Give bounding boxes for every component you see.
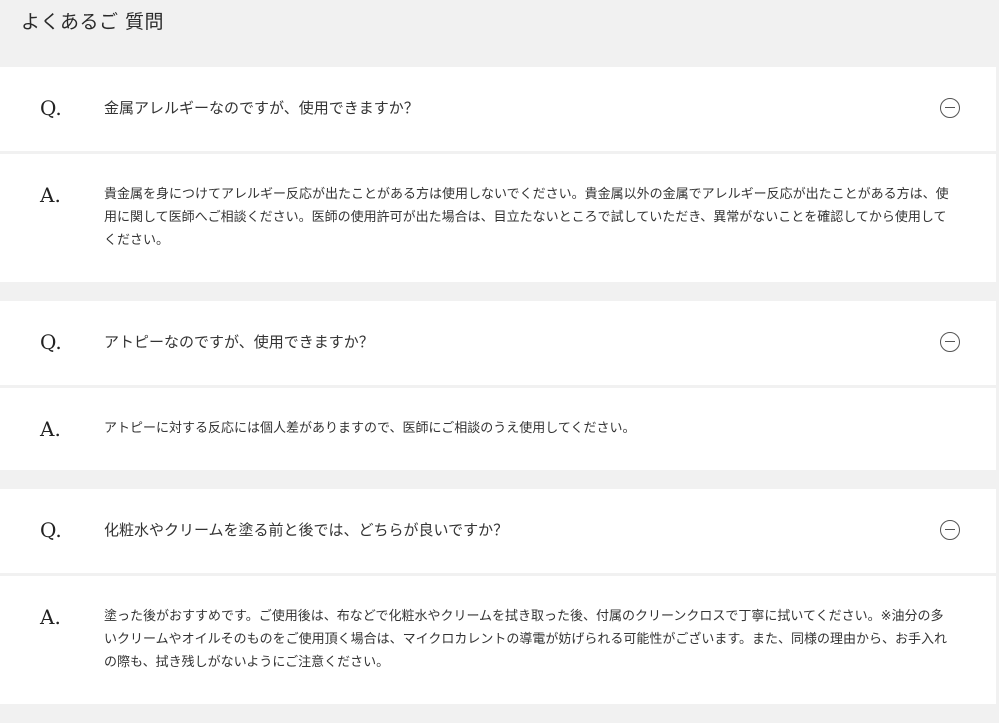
question-text: 金属アレルギーなのですが、使用できますか？: [104, 99, 419, 117]
faq-question-row[interactable]: Q. アトピーなのですが、使用できますか？: [0, 301, 996, 385]
faq-item: Q. 金属アレルギーなのですが、使用できますか？ A. 貴金属を身につけてアレル…: [0, 67, 996, 282]
faq-question-row[interactable]: Q. 化粧水やクリームを塗る前と後では、どちらが良いですか？: [0, 489, 996, 573]
faq-answer-panel: A. アトピーに対する反応には個人差がありますので、医師にご相談のうえ使用してく…: [0, 388, 996, 470]
answer-marker: A.: [40, 417, 61, 441]
minus-circle-icon[interactable]: [940, 98, 960, 118]
question-marker: Q.: [40, 518, 62, 542]
faq-answer-panel: A. 貴金属を身につけてアレルギー反応が出たことがある方は使用しないでください。…: [0, 154, 996, 282]
question-text: アトピーなのですが、使用できますか？: [104, 333, 374, 351]
answer-text: 塗った後がおすすめです。ご使用後は、布などで化粧水やクリームを拭き取った後、付属…: [104, 609, 948, 670]
faq-item: Q. アトピーなのですが、使用できますか？ A. アトピーに対する反応には個人差…: [0, 301, 996, 470]
answer-marker: A.: [40, 183, 61, 207]
answer-marker: A.: [40, 605, 61, 629]
question-text: 化粧水やクリームを塗る前と後では、どちらが良いですか？: [104, 521, 509, 539]
faq-answer-panel: A. 塗った後がおすすめです。ご使用後は、布などで化粧水やクリームを拭き取った後…: [0, 576, 996, 704]
page-title: よくあるご 質問: [21, 11, 165, 33]
minus-circle-icon[interactable]: [940, 520, 960, 540]
question-marker: Q.: [40, 96, 62, 120]
faq-question-row[interactable]: Q. 金属アレルギーなのですが、使用できますか？: [0, 67, 996, 151]
minus-circle-icon[interactable]: [940, 332, 960, 352]
answer-text: アトピーに対する反応には個人差がありますので、医師にご相談のうえ使用してください…: [104, 421, 636, 436]
faq-list: Q. 金属アレルギーなのですが、使用できますか？ A. 貴金属を身につけてアレル…: [0, 67, 996, 723]
question-marker: Q.: [40, 330, 62, 354]
answer-text: 貴金属を身につけてアレルギー反応が出たことがある方は使用しないでください。貴金属…: [104, 187, 949, 248]
faq-item: Q. 化粧水やクリームを塗る前と後では、どちらが良いですか？ A. 塗った後がお…: [0, 489, 996, 704]
